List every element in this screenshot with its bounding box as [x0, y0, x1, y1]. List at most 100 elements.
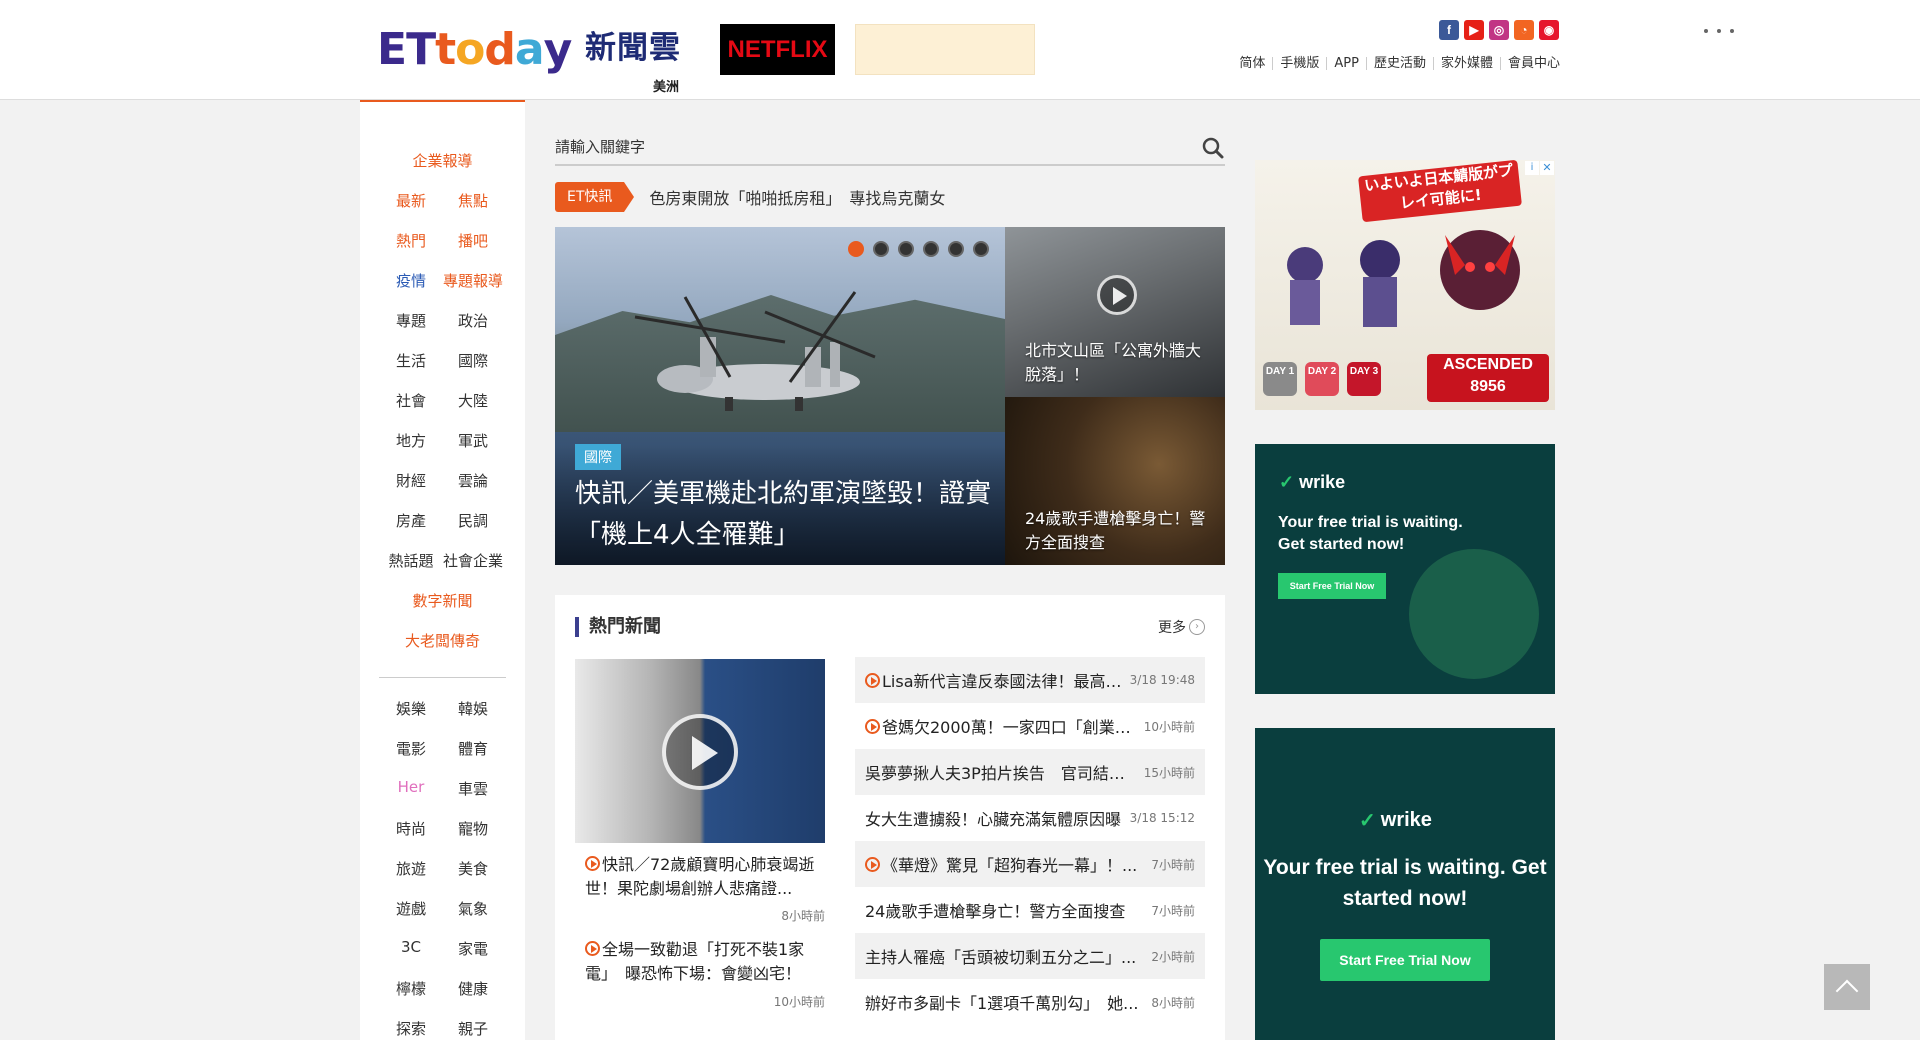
story-title: 全場一致勸退「打死不裝1家電」 曝恐怖下場：會變凶宅！ [585, 940, 805, 983]
sidebar-item[interactable]: 寵物 [443, 818, 503, 839]
hot-left-story[interactable]: 快訊／72歲顧寶明心肺衰竭逝世！果陀劇場創辦人悲痛證... [585, 853, 820, 901]
sidebar-item[interactable]: 熱門 [381, 230, 441, 251]
sidebar-item[interactable]: 旅遊 [381, 858, 441, 879]
sidebar-item[interactable]: 企業報導 [360, 150, 525, 171]
play-icon [662, 714, 738, 790]
carousel-dot[interactable] [873, 241, 889, 257]
sidebar-item[interactable]: 體育 [443, 738, 503, 759]
side-story-2[interactable]: 24歲歌手遭槍擊身亡！警方全面搜查 [1005, 397, 1225, 565]
sidebar-item[interactable]: 生活 [381, 350, 441, 371]
sidebar-item[interactable]: 車雲 [443, 778, 503, 799]
carousel-dot[interactable] [898, 241, 914, 257]
story-time: 10小時前 [1143, 719, 1195, 734]
sidebar-item[interactable]: 財經 [381, 470, 441, 491]
sidebar-item[interactable]: 電影 [381, 738, 441, 759]
sidebar-item[interactable]: 地方 [381, 430, 441, 451]
sidebar-item[interactable]: 美食 [443, 858, 503, 879]
hero-story[interactable]: 國際 快訊／美軍機赴北約軍演墜毀！證實「機上4人全罹難」 [555, 227, 1005, 565]
sidebar-item[interactable]: 雲論 [443, 470, 503, 491]
weibo-icon[interactable]: ◉ [1539, 20, 1559, 40]
hot-news-item[interactable]: Lisa新代言違反泰國法律！最高「... 3/18 19:48 [855, 657, 1205, 703]
sidebar-item[interactable]: 娛樂 [381, 698, 441, 719]
sidebar-item[interactable]: 時尚 [381, 818, 441, 839]
sidebar-item[interactable]: 軍武 [443, 430, 503, 451]
sidebar-item[interactable]: 焦點 [443, 190, 503, 211]
carousel-dot[interactable] [973, 241, 989, 257]
search-icon[interactable] [1201, 136, 1225, 160]
sidebar-item[interactable]: 健康 [443, 978, 503, 999]
sidebar-item[interactable]: 大老闆傳奇 [360, 630, 525, 651]
hot-news-item[interactable]: 24歲歌手遭槍擊身亡！警方全面搜查 7小時前 [855, 887, 1205, 933]
nav-mobile[interactable]: 手機版 [1272, 57, 1326, 70]
carousel-dot[interactable] [923, 241, 939, 257]
nav-app[interactable]: APP [1326, 57, 1366, 70]
instagram-icon[interactable]: ◎ [1489, 20, 1509, 40]
wrike-ad-large[interactable]: ✓ wrike Your free trial is waiting. Get s… [1255, 728, 1555, 1040]
ad-close-icon[interactable]: ✕ [1540, 161, 1554, 175]
flash-headline[interactable]: 色房東開放「啪啪抵房租」 專找烏克蘭女 [649, 185, 945, 209]
wrike-cta-button[interactable]: Start Free Trial Now [1278, 573, 1386, 599]
sidebar-item[interactable]: 大陸 [443, 390, 503, 411]
nav-member[interactable]: 會員中心 [1499, 57, 1560, 70]
sidebar-item[interactable]: 國際 [443, 350, 503, 371]
more-link[interactable]: 更多 › [1158, 617, 1205, 637]
back-to-top-button[interactable] [1824, 964, 1870, 1010]
sidebar-item[interactable]: 專題 [381, 310, 441, 331]
wrike-cta-button[interactable]: Start Free Trial Now [1320, 939, 1490, 981]
sidebar-item[interactable]: 播吧 [443, 230, 503, 251]
sidebar-item[interactable]: 親子 [443, 1018, 503, 1039]
sidebar-item[interactable]: 社會企業 [443, 550, 503, 571]
side-story-1[interactable]: 北市文山區「公寓外牆大脫落」！ [1005, 227, 1225, 397]
sidebar-item[interactable]: Her [381, 778, 441, 796]
hot-left-story[interactable]: 全場一致勸退「打死不裝1家電」 曝恐怖下場：會變凶宅！ [585, 938, 820, 986]
hot-news-item[interactable]: 女大生遭擄殺！心臟充滿氣體原因曝 3/18 15:12 [855, 795, 1205, 841]
sidebar-item[interactable]: 社會 [381, 390, 441, 411]
netflix-ad[interactable]: NETFLIX [720, 24, 835, 75]
hot-news-image[interactable] [575, 659, 825, 843]
ettoday-logo[interactable]: ETtoday 新聞雲 [377, 24, 682, 76]
sidebar-item[interactable]: 疫情 [381, 270, 441, 291]
wrike-ad-small[interactable]: ✓ wrike Your free trial is waiting. Get s… [1255, 444, 1555, 694]
carousel-dot[interactable] [848, 241, 864, 257]
sidebar-item[interactable]: 政治 [443, 310, 503, 331]
hot-news-item[interactable]: 吳夢夢揪人夫3P拍片挨告 官司結果... 15小時前 [855, 749, 1205, 795]
sidebar-item[interactable]: 最新 [381, 190, 441, 211]
hot-news-item[interactable]: 爸媽欠2000萬！一家四口「創業賣... 10小時前 [855, 703, 1205, 749]
hot-news-item[interactable]: 辦好市多副卡「1選項千萬別勾」 她... 8小時前 [855, 979, 1205, 1025]
nav-simplified[interactable]: 简体 [1232, 57, 1272, 70]
hot-news-item[interactable]: 《華燈》驚見「超狗春光一幕」！... 7小時前 [855, 841, 1205, 887]
sidebar-item[interactable]: 氣象 [443, 898, 503, 919]
video-icon [865, 673, 880, 688]
wrike-logo-text: wrike [1299, 472, 1346, 492]
hero-category[interactable]: 國際 [575, 444, 621, 470]
hot-news-item[interactable]: 主持人罹癌「舌頭被切剩五分之二」... 2小時前 [855, 933, 1205, 979]
logo-chinese: 新聞雲 [585, 30, 681, 66]
carousel-dot[interactable] [948, 241, 964, 257]
sidebar-item[interactable]: 民調 [443, 510, 503, 531]
nav-events[interactable]: 歷史活動 [1365, 57, 1433, 70]
sidebar-item[interactable]: 韓娛 [443, 698, 503, 719]
sidebar-item[interactable]: 房產 [381, 510, 441, 531]
region-label[interactable]: 美洲 [653, 76, 679, 95]
nav-outdoor-media[interactable]: 家外媒體 [1432, 57, 1500, 70]
sidebar-item[interactable]: 專題報導 [443, 270, 503, 291]
sidebar-item[interactable]: 3C [381, 938, 441, 956]
rss-icon[interactable]: ◔ [1514, 20, 1534, 40]
search-input[interactable] [555, 132, 1155, 162]
sidebar-item[interactable]: 檸檬 [381, 978, 441, 999]
sidebar-item[interactable]: 數字新聞 [360, 590, 525, 611]
hero-title[interactable]: 快訊／美軍機赴北約軍演墜毀！證實「機上4人全罹難」 [575, 474, 995, 556]
story-time: 2小時前 [1151, 949, 1195, 964]
sidebar-item[interactable]: 熱話題 [381, 550, 441, 571]
story-time: 8小時前 [781, 909, 825, 923]
youtube-icon[interactable]: ▶ [1464, 20, 1484, 40]
sidebar-item[interactable]: 探索 [381, 1018, 441, 1039]
logo-letter: t [435, 24, 456, 75]
game-ad[interactable]: i ✕ いよいよ日本鯖版がプレイ可能に! DAY 1 DAY 2 DAY 3 A… [1255, 160, 1555, 410]
hot-news-title: 熱門新聞 [575, 617, 661, 637]
banner-ad[interactable] [855, 24, 1734, 75]
sidebar-item[interactable]: 遊戲 [381, 898, 441, 919]
ad-info-icon[interactable]: i [1525, 161, 1539, 175]
facebook-icon[interactable]: f [1439, 20, 1459, 40]
sidebar-item[interactable]: 家電 [443, 938, 503, 959]
